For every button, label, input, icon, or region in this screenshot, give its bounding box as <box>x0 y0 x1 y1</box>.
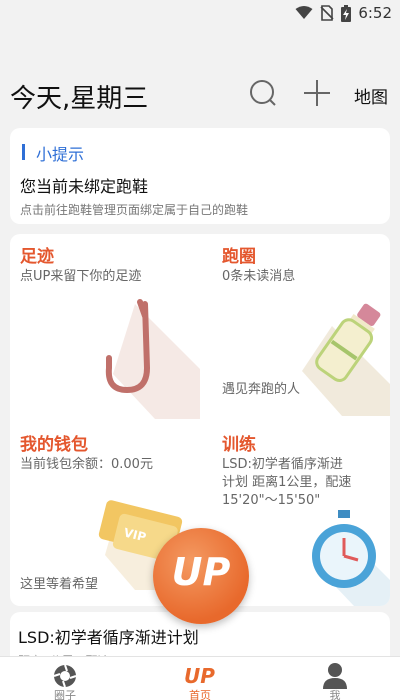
tab-me[interactable]: 我 <box>295 657 375 700</box>
search-icon[interactable] <box>248 78 278 108</box>
footprint-j-icon <box>105 299 200 419</box>
tips-title: 小提示 <box>36 145 85 164</box>
run-circle-tagline: 遇见奔跑的人 <box>222 382 301 397</box>
training-plan-line-2: 计划 距离1公里，配速 <box>222 475 352 490</box>
up-logo-icon: UP <box>184 664 215 687</box>
tips-message: 您当前未绑定跑鞋 <box>20 177 149 196</box>
footprint-subtitle: 点UP来留下你的足迹 <box>20 269 142 284</box>
run-circle-cell[interactable]: 跑圈 0条未读消息 遇见奔跑的人 <box>212 234 390 420</box>
wifi-icon <box>295 6 313 19</box>
up-button-label: UP <box>171 550 231 594</box>
plan-title: LSD:初学者循序渐进计划 <box>18 628 199 647</box>
clock: 6:52 <box>358 4 392 22</box>
no-sim-icon <box>320 5 334 21</box>
tab-me-label: 我 <box>329 689 341 700</box>
tab-circle-label: 圈子 <box>54 689 76 700</box>
aperture-icon <box>53 664 77 688</box>
training-title: 训练 <box>222 435 256 455</box>
map-button[interactable]: 地图 <box>354 83 388 108</box>
stopwatch-icon <box>312 510 390 606</box>
tips-hint: 点击前往跑鞋管理页面绑定属于自己的跑鞋 <box>20 203 249 217</box>
tab-home[interactable]: UP 首页 <box>160 657 240 700</box>
up-button[interactable]: UP <box>153 528 249 624</box>
run-circle-unread: 0条未读消息 <box>222 269 296 284</box>
training-plan-line-1: LSD:初学者循序渐进 <box>222 457 343 472</box>
page-title: 今天,星期三 <box>10 84 149 114</box>
tab-circle[interactable]: 圈子 <box>25 657 105 700</box>
bottle-icon <box>302 303 390 416</box>
battery-charging-icon <box>341 4 352 22</box>
status-bar: 6:52 <box>0 0 400 26</box>
wallet-title: 我的钱包 <box>20 435 88 455</box>
run-circle-title: 跑圈 <box>222 247 256 267</box>
add-icon[interactable] <box>302 78 332 108</box>
footprint-title: 足迹 <box>20 247 54 267</box>
status-icons: 6:52 <box>295 4 392 22</box>
bottom-tab-bar: 圈子 UP 首页 我 <box>0 656 400 700</box>
footprint-cell[interactable]: 足迹 点UP来留下你的足迹 <box>10 234 200 420</box>
tips-accent-bar <box>22 144 25 160</box>
wallet-balance: 当前钱包余额：0.00元 <box>20 457 153 472</box>
tips-card[interactable]: 小提示 您当前未绑定跑鞋 点击前往跑鞋管理页面绑定属于自己的跑鞋 <box>10 128 390 224</box>
svg-text:UP: UP <box>184 664 215 687</box>
user-icon <box>323 663 347 689</box>
header: 今天,星期三 地图 <box>0 70 400 118</box>
wallet-tagline: 这里等着希望 <box>20 577 99 592</box>
tab-home-label: 首页 <box>189 689 211 700</box>
